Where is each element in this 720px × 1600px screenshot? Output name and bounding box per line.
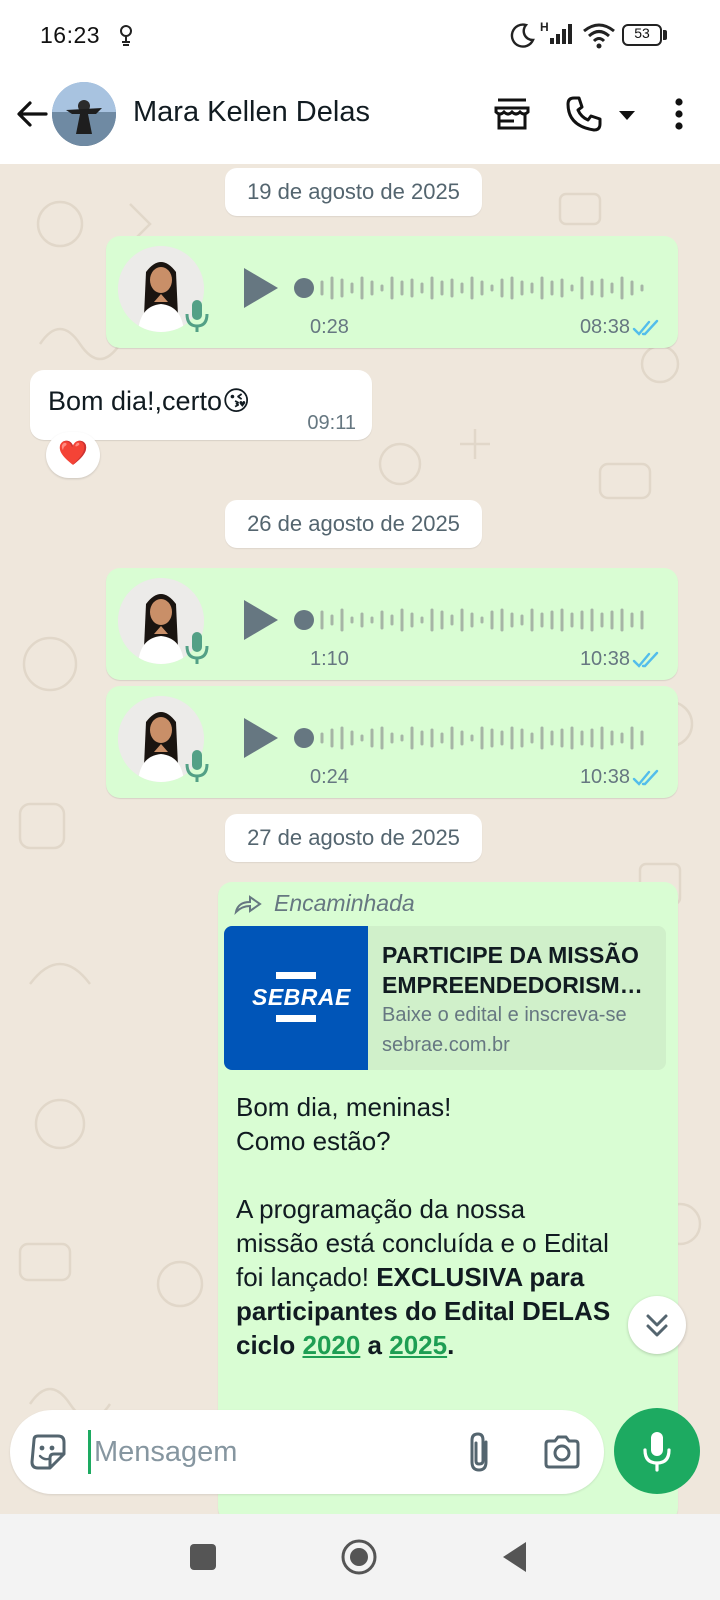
message-time: 10:38 xyxy=(579,766,630,788)
link-preview-card[interactable]: SEBRAE PARTICIPE DA MISSÃO EMPREENDEDORI… xyxy=(224,926,666,1070)
scroll-down-icon xyxy=(646,1314,668,1337)
body-line: missão está concluída e o Edital xyxy=(236,1228,609,1258)
mic-icon xyxy=(185,632,209,664)
forwarded-label: Encaminhada xyxy=(274,890,415,916)
signal-icon: H xyxy=(540,20,578,48)
forward-icon xyxy=(234,895,262,916)
voice-message[interactable]: 1:10 10:38 xyxy=(106,568,678,680)
mic-icon xyxy=(185,300,209,332)
waveform[interactable] xyxy=(294,722,654,754)
contact-name[interactable]: Mara Kellen Delas xyxy=(133,96,370,129)
voice-duration: 1:10 xyxy=(310,648,349,670)
message-text: Bom dia!,certo😘 xyxy=(48,386,251,416)
system-nav-bar xyxy=(0,1514,720,1600)
play-icon[interactable] xyxy=(238,714,282,762)
contact-avatar[interactable] xyxy=(52,82,116,146)
waveform[interactable] xyxy=(294,604,654,636)
nav-back-icon[interactable] xyxy=(500,1540,530,1574)
voice-duration: 0:28 xyxy=(310,316,349,338)
reaction-emoji: ❤️ xyxy=(58,440,88,467)
call-icon[interactable] xyxy=(564,94,604,134)
link-description: Baixe o edital e inscreva-se xyxy=(382,1004,627,1026)
date-divider: 19 de agosto de 2025 xyxy=(225,168,482,216)
voice-message[interactable]: 0:28 08:38 xyxy=(106,236,678,348)
message-input[interactable] xyxy=(94,1428,454,1476)
battery-icon: 53 xyxy=(622,24,668,48)
nav-recents-icon[interactable] xyxy=(190,1544,216,1570)
voice-duration: 0:24 xyxy=(310,766,349,788)
chat-area[interactable]: 19 de agosto de 2025 0:28 08:38 Bom dia!… xyxy=(0,164,720,1514)
date-divider: 26 de agosto de 2025 xyxy=(225,500,482,548)
mic-icon xyxy=(185,750,209,782)
double-check-icon xyxy=(632,651,659,668)
mic-icon xyxy=(643,1432,671,1472)
scroll-down-button[interactable] xyxy=(628,1296,686,1354)
year-link[interactable]: 2020 xyxy=(302,1330,360,1360)
body-line: ciclo 2020 a 2025. xyxy=(236,1328,656,1362)
year-link[interactable]: 2025 xyxy=(389,1330,447,1360)
message-time: 08:38 xyxy=(579,316,630,338)
link-title-line: EMPREENDEDORISMO FEMININO xyxy=(382,972,658,998)
body-line: participantes do Edital DELAS xyxy=(236,1294,656,1328)
link-title-line: PARTICIPE DA MISSÃO xyxy=(382,942,639,968)
date-divider: 27 de agosto de 2025 xyxy=(225,814,482,862)
link-domain: sebrae.com.br xyxy=(382,1034,510,1056)
body-bold-text: a xyxy=(360,1330,390,1360)
play-icon[interactable] xyxy=(238,596,282,644)
wifi-icon xyxy=(583,23,615,49)
alarm-icon xyxy=(120,25,132,46)
attach-icon[interactable] xyxy=(460,1430,500,1474)
body-bold-text: . xyxy=(447,1330,455,1360)
camera-icon[interactable] xyxy=(542,1432,582,1472)
double-check-icon xyxy=(632,769,659,786)
nav-home-icon[interactable] xyxy=(340,1538,378,1576)
play-icon[interactable] xyxy=(238,264,282,312)
body-bold-text: EXCLUSIVA para xyxy=(376,1262,585,1292)
message-input-box[interactable] xyxy=(10,1410,604,1494)
body-line: Como estão? xyxy=(236,1126,391,1156)
body-line: A programação da nossa xyxy=(236,1194,526,1224)
body-line: foi lançado! EXCLUSIVA para xyxy=(236,1260,656,1294)
body-line: Bom dia, meninas! xyxy=(236,1092,452,1122)
chat-header: Mara Kellen Delas xyxy=(0,72,720,164)
link-title: PARTICIPE DA MISSÃO EMPREENDEDORISMO FEM… xyxy=(382,940,658,1000)
moon-icon xyxy=(510,23,535,48)
waveform[interactable] xyxy=(294,272,654,304)
message-time: 09:11 xyxy=(307,412,356,434)
body-bold-text: participantes do Edital DELAS xyxy=(236,1296,611,1326)
message-time: 10:38 xyxy=(579,648,630,670)
message-body: Bom dia, meninas! Como estão? A programa… xyxy=(236,1090,656,1362)
store-icon[interactable] xyxy=(492,94,532,134)
message-reaction[interactable]: ❤️ xyxy=(46,432,100,478)
body-bold-text: ciclo xyxy=(236,1330,303,1360)
battery-level: 53 xyxy=(634,25,650,41)
caret-down-icon[interactable] xyxy=(616,104,638,126)
body-text: foi lançado! xyxy=(236,1262,377,1292)
double-check-icon xyxy=(632,319,659,336)
incoming-text-message[interactable]: Bom dia!,certo😘 09:11 xyxy=(30,370,372,440)
more-vertical-icon[interactable] xyxy=(664,94,694,134)
voice-record-button[interactable] xyxy=(614,1408,700,1494)
back-arrow-icon[interactable] xyxy=(12,94,52,134)
text-cursor xyxy=(88,1430,91,1474)
link-thumbnail: SEBRAE xyxy=(224,926,368,1070)
sticker-icon[interactable] xyxy=(28,1432,68,1472)
voice-message[interactable]: 0:24 10:38 xyxy=(106,686,678,798)
status-bar: 16:23 H 53 xyxy=(0,0,720,72)
sebrae-brand-text: SEBRAE xyxy=(252,984,351,1010)
status-time: 16:23 xyxy=(40,22,101,48)
composer-bar xyxy=(0,1400,720,1514)
